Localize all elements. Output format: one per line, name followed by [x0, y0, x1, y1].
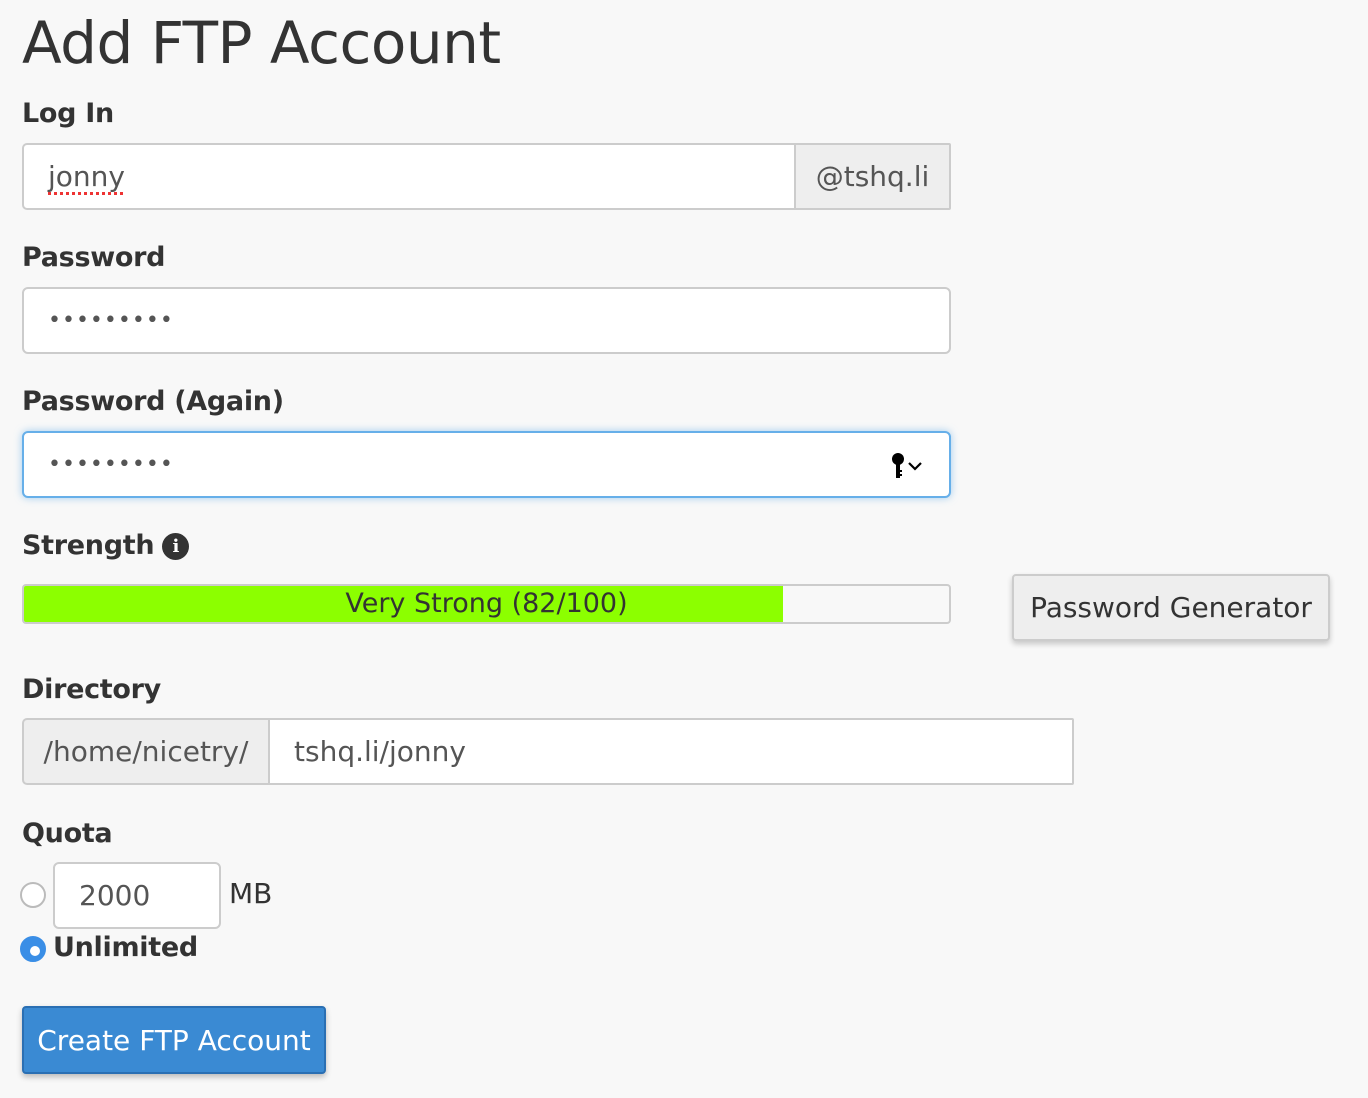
password-label: Password — [22, 242, 166, 273]
strength-label-row: Strength i — [22, 529, 190, 563]
quota-unlimited-label[interactable]: Unlimited — [53, 931, 198, 965]
create-ftp-account-button[interactable]: Create FTP Account — [22, 1006, 326, 1074]
password-again-input[interactable]: ••••••••• — [22, 431, 951, 498]
login-label: Log In — [22, 98, 114, 129]
directory-label: Directory — [22, 674, 161, 705]
page-title: Add FTP Account — [22, 9, 501, 77]
directory-value: tshq.li/jonny — [294, 735, 466, 768]
password-generator-button[interactable]: Password Generator — [1012, 574, 1330, 641]
password-value: ••••••••• — [48, 308, 174, 333]
chevron-down-icon — [908, 462, 922, 471]
quota-unit: MB — [229, 877, 273, 910]
strength-label: Strength — [22, 530, 155, 561]
password-autofill-button[interactable] — [891, 453, 923, 479]
quota-limit-radio[interactable] — [20, 882, 46, 908]
login-domain-addon: @tshq.li — [794, 143, 951, 210]
strength-meter: Very Strong (82/100) — [22, 584, 951, 624]
quota-unlimited-radio[interactable] — [20, 936, 46, 962]
directory-input[interactable]: tshq.li/jonny — [268, 718, 1074, 785]
login-input[interactable]: jonny — [22, 143, 796, 210]
login-value: jonny — [48, 160, 125, 193]
quota-label: Quota — [22, 818, 113, 849]
password-again-label: Password (Again) — [22, 386, 284, 417]
password-again-value: ••••••••• — [48, 452, 174, 477]
quota-limit-input[interactable]: 2000 — [53, 862, 221, 929]
key-icon — [892, 453, 904, 478]
directory-prefix-addon: /home/nicetry/ — [22, 718, 270, 785]
info-circle-icon[interactable]: i — [162, 532, 190, 560]
password-input[interactable]: ••••••••• — [22, 287, 951, 354]
strength-text: Very Strong (82/100) — [345, 588, 628, 619]
quota-limit-value: 2000 — [79, 879, 151, 912]
